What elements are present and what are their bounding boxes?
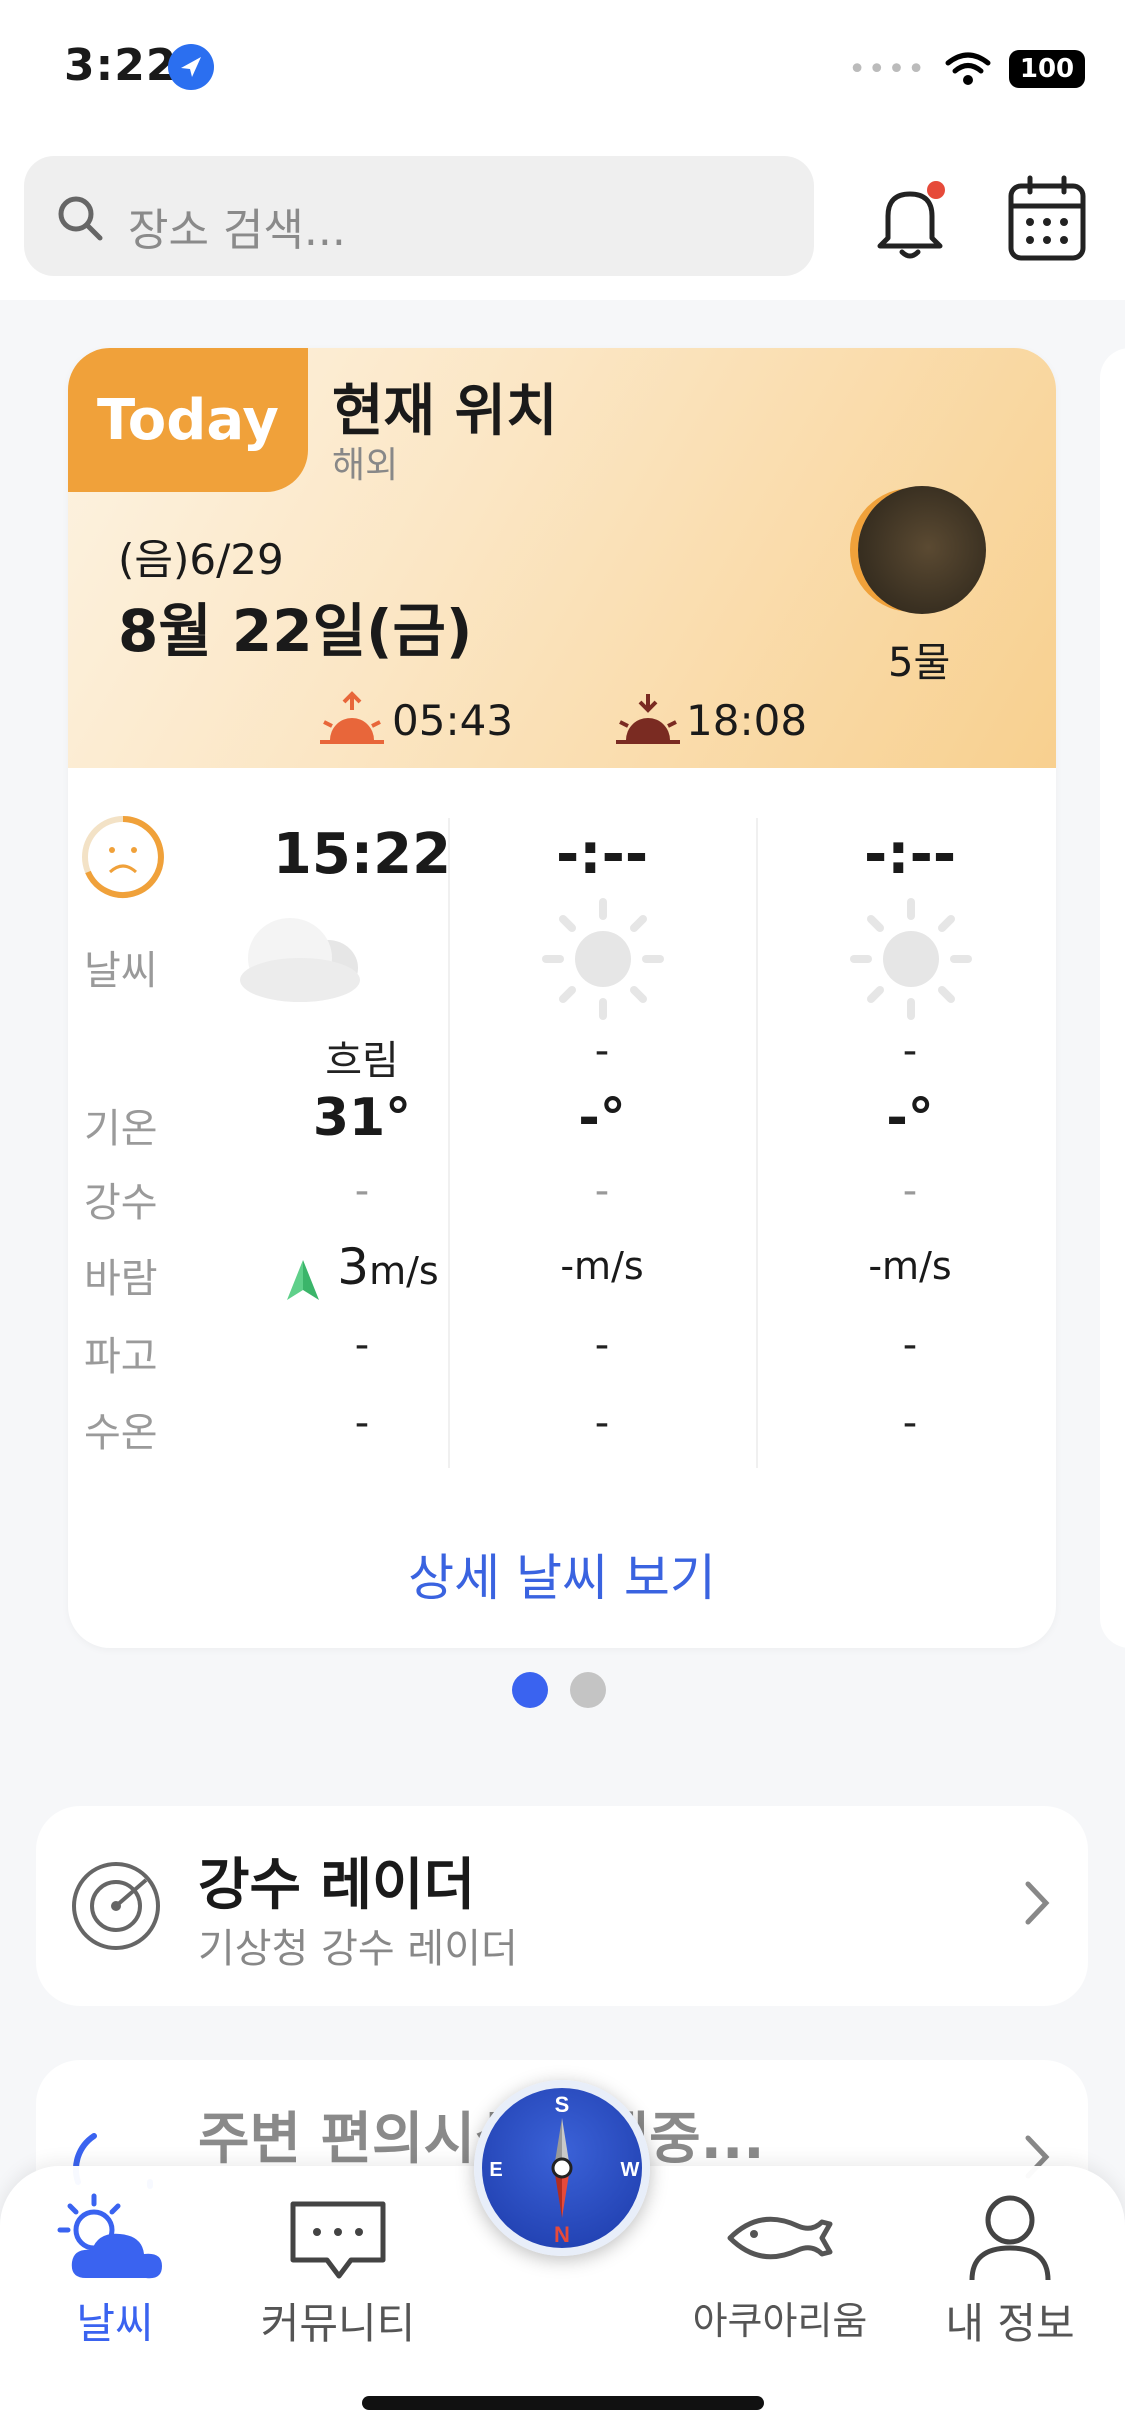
wind-unit: m/s xyxy=(369,1249,439,1293)
row-label-temp: 기온 xyxy=(84,1106,158,1152)
weather-icon xyxy=(57,2193,162,2279)
forecast-wave: - xyxy=(902,1322,918,1368)
profile-icon xyxy=(969,2195,1051,2281)
compass-button[interactable]: S N W E xyxy=(474,2080,650,2256)
today-badge: Today xyxy=(68,348,308,492)
row-label-weather: 날씨 xyxy=(84,948,158,994)
row-label-precip: 강수 xyxy=(84,1180,158,1226)
moon-phase-icon xyxy=(858,486,986,614)
wifi-icon xyxy=(945,52,991,85)
forecast-condition: - xyxy=(902,1028,918,1074)
radar-card[interactable]: 강수 레이더 기상청 강수 레이더 xyxy=(36,1806,1088,2006)
page-dot[interactable] xyxy=(570,1672,606,1708)
moon-phase-label: 5물 xyxy=(888,640,951,686)
search-placeholder: 장소 검색... xyxy=(128,205,346,256)
radar-subtitle: 기상청 강수 레이더 xyxy=(198,1926,518,1972)
next-weather-card[interactable] xyxy=(1100,348,1125,1648)
weather-card[interactable]: Today 현재 위치 해외 (음)6/29 8월 22일(금) 5물 05:4… xyxy=(68,348,1056,1648)
tab-label-community: 커뮤니티 xyxy=(260,2299,416,2348)
search-icon xyxy=(58,196,103,241)
compass-label-n: N xyxy=(554,2222,570,2247)
compass-icon: S N W E xyxy=(489,2092,640,2247)
forecast-precip: - xyxy=(594,1168,610,1214)
forecast-precip: - xyxy=(902,1168,918,1214)
chat-icon xyxy=(290,2201,386,2279)
wind-unit: m/s xyxy=(882,1244,952,1288)
radar-icon xyxy=(72,1862,160,1950)
compass-label-e: E xyxy=(489,2159,502,2181)
forecast-wind: -m/s xyxy=(760,1244,1056,1288)
row-label-wave: 파고 xyxy=(84,1334,158,1380)
status-time: 3:22 xyxy=(64,40,178,91)
tab-profile[interactable]: 내 정보 xyxy=(930,2190,1090,2351)
sunrise-icon xyxy=(320,691,384,744)
cellular-signal-icon: •••• xyxy=(848,51,927,87)
sun-icon xyxy=(542,898,664,1020)
search-input[interactable]: 장소 검색... xyxy=(24,156,814,276)
radar-title: 강수 레이더 xyxy=(198,1853,476,1918)
forecast-wind: -m/s xyxy=(452,1244,752,1288)
compass-label-s: S xyxy=(555,2092,570,2117)
chevron-right-icon xyxy=(1025,1881,1050,1925)
forecast-temp: -° xyxy=(578,1088,626,1148)
lunar-date: (음)6/29 xyxy=(118,535,284,584)
location-arrow-icon xyxy=(168,44,214,90)
fishing-index-sad-icon xyxy=(82,816,164,898)
battery-indicator: 100 xyxy=(1009,50,1085,88)
status-indicators: •••• 100 xyxy=(848,50,1085,88)
weather-card-header: Today 현재 위치 해외 (음)6/29 8월 22일(금) 5물 05:4… xyxy=(68,348,1056,768)
tab-aquarium[interactable]: 아쿠아리움 xyxy=(690,2190,870,2345)
sunrise-time: 05:43 xyxy=(392,696,514,745)
cloudy-icon xyxy=(240,918,360,1002)
calendar-icon[interactable] xyxy=(1006,174,1088,264)
wind-unit: m/s xyxy=(574,1244,644,1288)
forecast-temp: -° xyxy=(886,1088,934,1148)
tab-label-weather: 날씨 xyxy=(76,2299,154,2348)
wind-value: - xyxy=(868,1244,883,1288)
page-indicator xyxy=(512,1672,606,1708)
detail-weather-link[interactable]: 상세 날씨 보기 xyxy=(68,1538,1056,1610)
date-label: 8월 22일(금) xyxy=(118,597,473,665)
status-bar: 3:22 •••• 100 xyxy=(0,0,1125,140)
forecast-water-temp: - xyxy=(594,1400,610,1446)
page-dot-active[interactable] xyxy=(512,1672,548,1708)
notification-bell-icon[interactable] xyxy=(872,176,948,262)
location-subtitle: 해외 xyxy=(332,445,399,486)
sunset-time: 18:08 xyxy=(686,696,808,745)
forecast-condition: - xyxy=(594,1028,610,1074)
column-divider xyxy=(756,818,758,1468)
tab-label-aquarium: 아쿠아리움 xyxy=(692,2299,868,2343)
sun-icon xyxy=(850,898,972,1020)
wind-direction-icon xyxy=(287,1259,320,1300)
wind-value: - xyxy=(560,1244,575,1288)
forecast-water-temp: - xyxy=(902,1400,918,1446)
forecast-time: -:-- xyxy=(555,822,649,887)
row-label-water-temp: 수온 xyxy=(84,1410,158,1456)
forecast-wave: - xyxy=(594,1322,610,1368)
location-title: 현재 위치 xyxy=(332,379,558,444)
home-indicator xyxy=(362,2396,764,2410)
row-label-wind: 바람 xyxy=(84,1256,158,1302)
tab-weather[interactable]: 날씨 xyxy=(40,2190,190,2351)
wind-value: 3 xyxy=(337,1238,370,1296)
tab-community[interactable]: 커뮤니티 xyxy=(258,2190,418,2351)
compass-label-w: W xyxy=(621,2159,640,2181)
sunset-icon xyxy=(616,694,680,744)
forecast-time: -:-- xyxy=(863,822,957,887)
tab-label-profile: 내 정보 xyxy=(945,2299,1075,2348)
header: 장소 검색... xyxy=(0,140,1125,300)
fish-icon xyxy=(727,2216,833,2260)
